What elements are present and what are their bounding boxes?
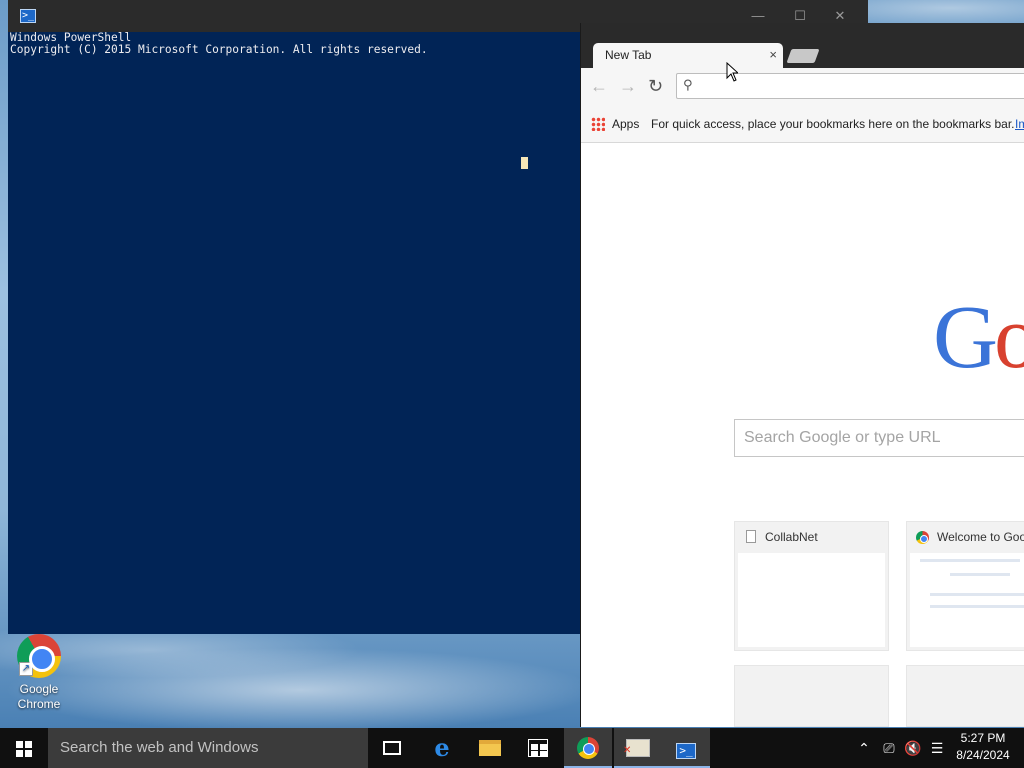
search-placeholder: Search Google or type URL: [744, 429, 941, 446]
most-visited-tile[interactable]: [734, 665, 889, 727]
bookmarks-hint: For quick access, place your bookmarks h…: [651, 117, 1015, 131]
desktop-icon-label: Chrome: [17, 697, 61, 711]
image-app-icon: [623, 739, 650, 757]
store-icon: [528, 739, 548, 757]
desktop-icon-label: Google: [19, 682, 59, 696]
tab-title: New Tab: [605, 48, 652, 62]
powershell-icon: >_: [676, 743, 696, 759]
new-tab-button[interactable]: [786, 49, 820, 63]
tab-close-icon[interactable]: ×: [769, 47, 777, 62]
mouse-pointer-icon: [726, 62, 738, 82]
desktop-icon-google-chrome[interactable]: ↗ Google Chrome: [8, 634, 70, 712]
logo-letter: o: [994, 288, 1024, 387]
file-explorer-icon: [479, 740, 501, 756]
most-visited-tile[interactable]: Welcome to Goo: [906, 521, 1024, 651]
store-button[interactable]: [514, 728, 562, 768]
clock[interactable]: 5:27 PM 8/24/2024: [946, 730, 1020, 764]
text-cursor: [521, 157, 528, 169]
task-view-button[interactable]: [368, 728, 416, 768]
tile-title: CollabNet: [765, 530, 818, 544]
thumbnail-line: [930, 593, 1024, 596]
show-hidden-icons-icon[interactable]: ⌃: [854, 728, 874, 768]
chrome-taskbar-button[interactable]: [564, 728, 612, 768]
forward-arrow-icon[interactable]: →: [619, 76, 637, 97]
chrome-icon: ↗: [17, 634, 61, 678]
clock-time: 5:27 PM: [960, 731, 1006, 745]
taskbar: Search the web and Windows e >_ ⌃ ⎚ 🔇 ☰ …: [0, 728, 1024, 768]
edge-icon: e: [434, 733, 450, 762]
action-center-icon[interactable]: ☰: [926, 728, 948, 768]
most-visited-tile[interactable]: CollabNet: [734, 521, 889, 651]
search-placeholder: Search the web and Windows: [60, 739, 259, 756]
tab-strip: New Tab ×: [581, 23, 1024, 68]
powershell-console[interactable]: Windows PowerShell Copyright (C) 2015 Mic…: [8, 32, 580, 634]
new-tab-page: Go Search Google or type URL CollabNet W…: [581, 143, 1024, 727]
bookmarks-bar: Apps For quick access, place your bookma…: [581, 105, 1024, 143]
document-icon: [746, 530, 756, 543]
shortcut-arrow-icon: ↗: [19, 662, 33, 676]
apps-shortcut[interactable]: Apps: [612, 117, 639, 131]
tile-thumbnail: [738, 553, 885, 647]
tile-title: Welcome to Goo: [937, 530, 1024, 544]
image-app-taskbar-button[interactable]: [614, 728, 662, 768]
back-arrow-icon[interactable]: ←: [590, 76, 608, 97]
file-explorer-button[interactable]: [466, 728, 514, 768]
start-button[interactable]: [0, 728, 48, 768]
clock-date: 8/24/2024: [956, 748, 1010, 762]
google-logo: Go: [933, 293, 1024, 383]
network-icon[interactable]: ⎚: [878, 728, 900, 768]
powershell-icon: >_: [20, 9, 36, 23]
most-visited-tile[interactable]: [906, 665, 1024, 727]
chrome-icon: [577, 737, 599, 759]
volume-muted-icon[interactable]: 🔇: [902, 728, 924, 768]
console-line: Copyright (C) 2015 Microsoft Corporation…: [10, 43, 428, 56]
powershell-taskbar-button[interactable]: >_: [662, 728, 710, 768]
apps-grid-icon[interactable]: [591, 117, 605, 131]
reload-icon[interactable]: ↻: [648, 76, 663, 97]
thumbnail-line: [930, 605, 1024, 608]
thumbnail-line: [920, 559, 1020, 562]
chrome-icon: [916, 531, 929, 544]
tile-header: Welcome to Goo: [907, 522, 1024, 552]
browser-toolbar: ← → ↻ ⚲: [581, 68, 1024, 105]
taskbar-search-box[interactable]: Search the web and Windows: [48, 728, 368, 768]
tile-header: CollabNet: [735, 522, 888, 552]
edge-button[interactable]: e: [418, 728, 466, 768]
tab-new-tab[interactable]: New Tab ×: [593, 43, 783, 68]
logo-letter: G: [933, 288, 998, 387]
tile-thumbnail: [910, 553, 1024, 647]
thumbnail-line: [950, 573, 1010, 576]
windows-logo-icon: [16, 741, 32, 757]
import-bookmarks-link[interactable]: Im: [1015, 117, 1024, 131]
ntp-search-box[interactable]: Search Google or type URL: [734, 419, 1024, 457]
task-view-icon: [383, 741, 401, 755]
search-icon: ⚲: [683, 77, 693, 92]
chrome-window[interactable]: New Tab × ← → ↻ ⚲ Apps For quick access,…: [580, 23, 1024, 727]
